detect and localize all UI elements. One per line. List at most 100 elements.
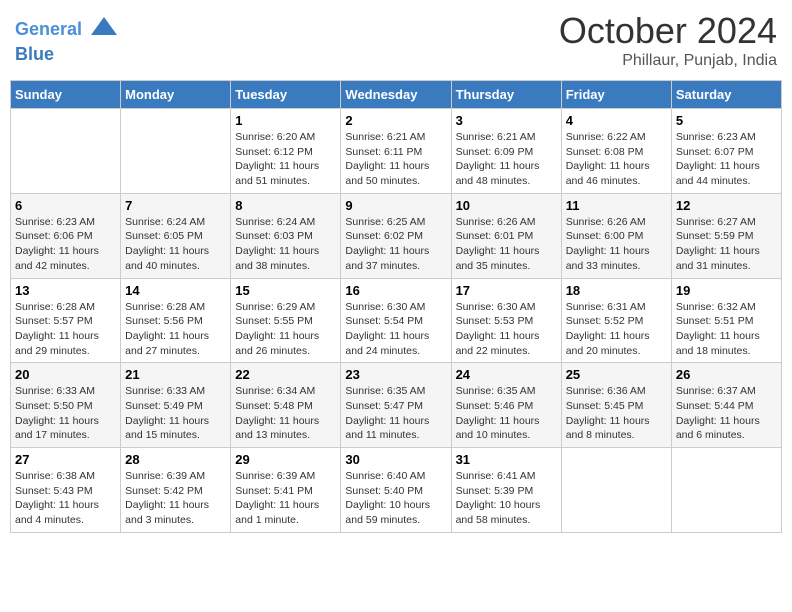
calendar-cell: 20 Sunrise: 6:33 AM Sunset: 5:50 PM Dayli…	[11, 363, 121, 448]
day-number: 21	[125, 367, 226, 382]
calendar-cell: 9 Sunrise: 6:25 AM Sunset: 6:02 PM Daylig…	[341, 193, 451, 278]
day-number: 9	[345, 198, 446, 213]
day-number: 2	[345, 113, 446, 128]
calendar-cell: 30Sunrise: 6:40 AM Sunset: 5:40 PM Dayli…	[341, 448, 451, 533]
calendar-cell: 8 Sunrise: 6:24 AM Sunset: 6:03 PM Daylig…	[231, 193, 341, 278]
calendar-cell: 18 Sunrise: 6:31 AM Sunset: 5:52 PM Dayli…	[561, 278, 671, 363]
calendar-cell: 24 Sunrise: 6:35 AM Sunset: 5:46 PM Dayli…	[451, 363, 561, 448]
day-info: Sunrise: 6:28 AM Sunset: 5:56 PM Dayligh…	[125, 300, 226, 359]
day-info: Sunrise: 6:41 AM Sunset: 5:39 PM Dayligh…	[456, 469, 557, 528]
calendar-cell: 19 Sunrise: 6:32 AM Sunset: 5:51 PM Dayli…	[671, 278, 781, 363]
calendar-cell: 12Sunrise: 6:27 AM Sunset: 5:59 PM Dayli…	[671, 193, 781, 278]
day-number: 13	[15, 283, 116, 298]
calendar-cell: 7 Sunrise: 6:24 AM Sunset: 6:05 PM Daylig…	[121, 193, 231, 278]
day-info: Sunrise: 6:37 AM Sunset: 5:44 PM Dayligh…	[676, 384, 777, 443]
calendar-cell: 21 Sunrise: 6:33 AM Sunset: 5:49 PM Dayli…	[121, 363, 231, 448]
calendar-cell	[121, 109, 231, 194]
day-info: Sunrise: 6:21 AM Sunset: 6:09 PM Dayligh…	[456, 130, 557, 189]
day-info: Sunrise: 6:33 AM Sunset: 5:49 PM Dayligh…	[125, 384, 226, 443]
day-info: Sunrise: 6:38 AM Sunset: 5:43 PM Dayligh…	[15, 469, 116, 528]
calendar-cell: 22 Sunrise: 6:34 AM Sunset: 5:48 PM Dayli…	[231, 363, 341, 448]
location-text: Phillaur, Punjab, India	[559, 52, 777, 70]
calendar-cell: 31Sunrise: 6:41 AM Sunset: 5:39 PM Dayli…	[451, 448, 561, 533]
calendar-week-row: 13 Sunrise: 6:28 AM Sunset: 5:57 PM Dayli…	[11, 278, 782, 363]
day-info: Sunrise: 6:27 AM Sunset: 5:59 PM Dayligh…	[676, 215, 777, 274]
day-number: 7	[125, 198, 226, 213]
calendar-cell: 6Sunrise: 6:23 AM Sunset: 6:06 PM Daylig…	[11, 193, 121, 278]
calendar-cell: 26Sunrise: 6:37 AM Sunset: 5:44 PM Dayli…	[671, 363, 781, 448]
day-number: 15	[235, 283, 336, 298]
calendar-cell: 3 Sunrise: 6:21 AM Sunset: 6:09 PM Daylig…	[451, 109, 561, 194]
day-info: Sunrise: 6:30 AM Sunset: 5:53 PM Dayligh…	[456, 300, 557, 359]
day-number: 14	[125, 283, 226, 298]
calendar-cell	[671, 448, 781, 533]
calendar-cell: 28 Sunrise: 6:39 AM Sunset: 5:42 PM Dayli…	[121, 448, 231, 533]
calendar-cell: 23 Sunrise: 6:35 AM Sunset: 5:47 PM Dayli…	[341, 363, 451, 448]
day-info: Sunrise: 6:24 AM Sunset: 6:03 PM Dayligh…	[235, 215, 336, 274]
day-info: Sunrise: 6:39 AM Sunset: 5:42 PM Dayligh…	[125, 469, 226, 528]
day-info: Sunrise: 6:35 AM Sunset: 5:47 PM Dayligh…	[345, 384, 446, 443]
day-number: 17	[456, 283, 557, 298]
calendar-cell: 15Sunrise: 6:29 AM Sunset: 5:55 PM Dayli…	[231, 278, 341, 363]
weekday-header: Friday	[561, 81, 671, 109]
day-number: 23	[345, 367, 446, 382]
day-number: 5	[676, 113, 777, 128]
weekday-header: Tuesday	[231, 81, 341, 109]
day-number: 18	[566, 283, 667, 298]
weekday-header: Wednesday	[341, 81, 451, 109]
day-number: 8	[235, 198, 336, 213]
weekday-header: Saturday	[671, 81, 781, 109]
day-number: 19	[676, 283, 777, 298]
weekday-header: Thursday	[451, 81, 561, 109]
day-number: 22	[235, 367, 336, 382]
day-info: Sunrise: 6:36 AM Sunset: 5:45 PM Dayligh…	[566, 384, 667, 443]
weekday-row: SundayMondayTuesdayWednesdayThursdayFrid…	[11, 81, 782, 109]
day-info: Sunrise: 6:31 AM Sunset: 5:52 PM Dayligh…	[566, 300, 667, 359]
day-number: 29	[235, 452, 336, 467]
day-info: Sunrise: 6:21 AM Sunset: 6:11 PM Dayligh…	[345, 130, 446, 189]
day-info: Sunrise: 6:39 AM Sunset: 5:41 PM Dayligh…	[235, 469, 336, 528]
calendar-cell: 2 Sunrise: 6:21 AM Sunset: 6:11 PM Daylig…	[341, 109, 451, 194]
calendar-cell: 16Sunrise: 6:30 AM Sunset: 5:54 PM Dayli…	[341, 278, 451, 363]
weekday-header: Monday	[121, 81, 231, 109]
calendar-cell	[11, 109, 121, 194]
calendar-cell: 13 Sunrise: 6:28 AM Sunset: 5:57 PM Dayli…	[11, 278, 121, 363]
logo-general: General	[15, 19, 82, 39]
day-number: 16	[345, 283, 446, 298]
day-number: 6	[15, 198, 116, 213]
day-number: 11	[566, 198, 667, 213]
calendar-cell: 1Sunrise: 6:20 AM Sunset: 6:12 PM Daylig…	[231, 109, 341, 194]
calendar-body: 1Sunrise: 6:20 AM Sunset: 6:12 PM Daylig…	[11, 109, 782, 533]
logo-icon	[89, 15, 119, 45]
day-info: Sunrise: 6:33 AM Sunset: 5:50 PM Dayligh…	[15, 384, 116, 443]
calendar-week-row: 1Sunrise: 6:20 AM Sunset: 6:12 PM Daylig…	[11, 109, 782, 194]
calendar-cell	[561, 448, 671, 533]
day-info: Sunrise: 6:25 AM Sunset: 6:02 PM Dayligh…	[345, 215, 446, 274]
weekday-header: Sunday	[11, 81, 121, 109]
day-number: 1	[235, 113, 336, 128]
logo-text: General Blue	[15, 15, 119, 65]
calendar-cell: 14 Sunrise: 6:28 AM Sunset: 5:56 PM Dayli…	[121, 278, 231, 363]
day-info: Sunrise: 6:40 AM Sunset: 5:40 PM Dayligh…	[345, 469, 446, 528]
title-block: October 2024 Phillaur, Punjab, India	[559, 10, 777, 70]
day-info: Sunrise: 6:34 AM Sunset: 5:48 PM Dayligh…	[235, 384, 336, 443]
day-info: Sunrise: 6:32 AM Sunset: 5:51 PM Dayligh…	[676, 300, 777, 359]
day-info: Sunrise: 6:24 AM Sunset: 6:05 PM Dayligh…	[125, 215, 226, 274]
calendar-week-row: 6Sunrise: 6:23 AM Sunset: 6:06 PM Daylig…	[11, 193, 782, 278]
calendar-cell: 5Sunrise: 6:23 AM Sunset: 6:07 PM Daylig…	[671, 109, 781, 194]
day-info: Sunrise: 6:28 AM Sunset: 5:57 PM Dayligh…	[15, 300, 116, 359]
calendar-header: SundayMondayTuesdayWednesdayThursdayFrid…	[11, 81, 782, 109]
day-info: Sunrise: 6:26 AM Sunset: 6:01 PM Dayligh…	[456, 215, 557, 274]
day-number: 3	[456, 113, 557, 128]
calendar-cell: 4Sunrise: 6:22 AM Sunset: 6:08 PM Daylig…	[561, 109, 671, 194]
day-info: Sunrise: 6:35 AM Sunset: 5:46 PM Dayligh…	[456, 384, 557, 443]
day-number: 25	[566, 367, 667, 382]
logo: General Blue	[15, 15, 119, 65]
calendar-cell: 11 Sunrise: 6:26 AM Sunset: 6:00 PM Dayli…	[561, 193, 671, 278]
day-number: 20	[15, 367, 116, 382]
day-info: Sunrise: 6:22 AM Sunset: 6:08 PM Dayligh…	[566, 130, 667, 189]
day-number: 27	[15, 452, 116, 467]
day-info: Sunrise: 6:26 AM Sunset: 6:00 PM Dayligh…	[566, 215, 667, 274]
day-number: 24	[456, 367, 557, 382]
day-number: 28	[125, 452, 226, 467]
